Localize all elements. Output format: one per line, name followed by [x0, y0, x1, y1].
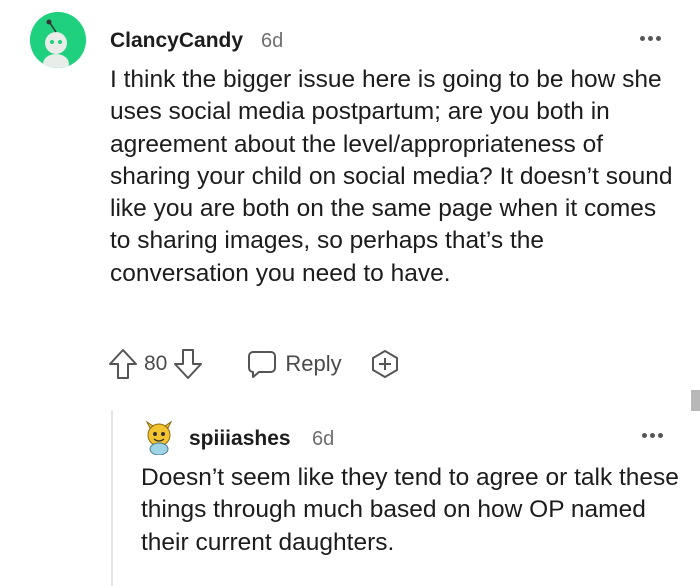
upvote-arrow-icon[interactable] — [108, 348, 138, 380]
reply-timestamp: 6d — [312, 428, 335, 450]
snoo-avatar-icon — [30, 12, 86, 68]
award-plus-icon — [371, 350, 398, 378]
comment-actions: 80 Reply — [108, 346, 400, 382]
downvote-arrow-icon[interactable] — [173, 348, 203, 380]
reply-username[interactable]: spiiiashes — [189, 427, 291, 451]
thread-line[interactable] — [111, 410, 113, 586]
reply-body: Doesn’t seem like they tend to agree or … — [141, 464, 679, 556]
vote-count: 80 — [144, 352, 168, 375]
comment-body: I think the bigger issue here is going t… — [110, 66, 673, 287]
reply-label: Reply — [285, 351, 342, 376]
comment-timestamp: 6d — [261, 30, 284, 52]
more-options-icon[interactable] — [642, 433, 663, 438]
scrollbar-thumb[interactable] — [691, 390, 700, 411]
reply-user-avatar[interactable] — [141, 419, 177, 456]
award-button[interactable] — [370, 349, 400, 379]
reply-bubble-icon — [248, 351, 277, 378]
avatar-icon — [145, 420, 173, 456]
comment-username[interactable]: ClancyCandy — [110, 29, 243, 53]
reply-button[interactable]: Reply — [247, 349, 342, 379]
more-options-icon[interactable] — [640, 36, 661, 41]
user-avatar[interactable] — [30, 12, 86, 68]
